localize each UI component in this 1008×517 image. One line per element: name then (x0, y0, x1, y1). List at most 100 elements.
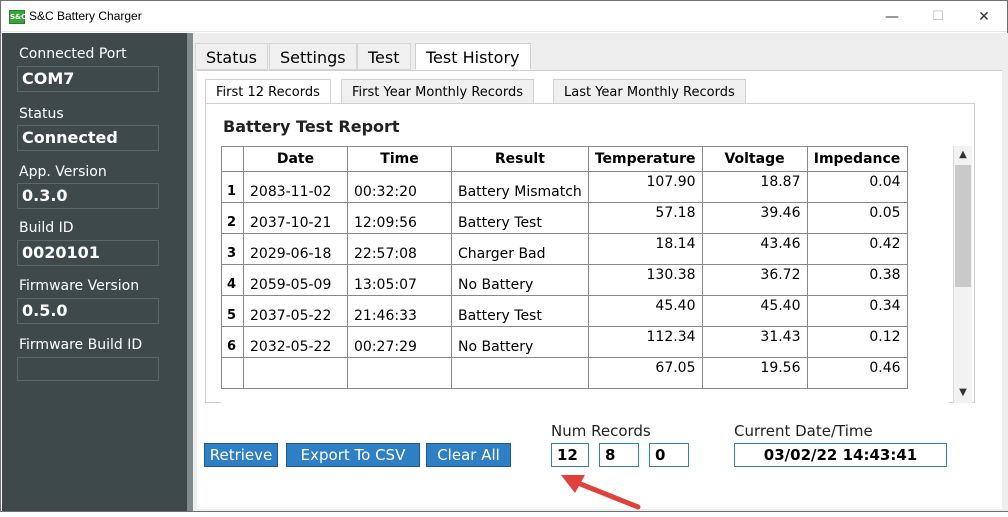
temperature-cell: 57.18 (587, 202, 703, 234)
connected-port-value: COM7 (17, 66, 159, 92)
temperature-cell: 67.05 (587, 357, 703, 389)
table-row[interactable]: 3 2029-06-18 22:57:08 Charger Bad 18.14 43.46… (221, 233, 948, 265)
status-label: Status (19, 106, 64, 122)
result-cell: Battery Mismatch (451, 171, 589, 203)
build-id-label: Build ID (19, 220, 74, 236)
sidebar: Connected Port COM7 Status Connected App… (2, 33, 187, 511)
voltage-cell: 19.56 (701, 357, 808, 389)
row-spacer (907, 327, 947, 358)
column-header-result[interactable]: Result (451, 146, 589, 172)
tab-test-history[interactable]: Test History (415, 43, 531, 70)
time-cell: 00:32:20 (347, 171, 452, 203)
result-cell: No Battery (451, 326, 589, 358)
result-cell: Battery Test (451, 202, 589, 234)
result-cell: Battery Test (451, 295, 589, 327)
current-datetime-field[interactable]: 03/02/22 14:43:41 (734, 443, 947, 467)
tab-test[interactable]: Test (357, 43, 411, 70)
row-spacer (907, 203, 947, 234)
records-table: Date Time Result Temperature Voltage Imp… (221, 146, 949, 403)
voltage-cell: 18.87 (701, 171, 808, 203)
time-cell: 21:46:33 (347, 295, 452, 327)
column-header-impedance[interactable]: Impedance (806, 146, 908, 172)
row-spacer (907, 172, 947, 203)
subtab-first-12-records[interactable]: First 12 Records (205, 79, 331, 104)
voltage-cell: 45.40 (701, 295, 808, 327)
impedance-cell: 0.42 (806, 233, 908, 265)
firmware-version-label: Firmware Version (19, 278, 140, 294)
temperature-cell: 107.90 (587, 171, 703, 203)
current-datetime-label: Current Date/Time (734, 422, 873, 440)
minimize-icon[interactable]: — (869, 1, 915, 32)
annotation-arrow-icon (561, 475, 641, 510)
impedance-cell: 0.46 (806, 357, 908, 389)
scroll-up-icon[interactable]: ▲ (954, 146, 972, 164)
date-cell: 2029-06-18 (243, 233, 348, 265)
header-spacer (907, 146, 948, 172)
tab-status[interactable]: Status (195, 43, 268, 70)
time-cell: 12:09:56 (347, 202, 452, 234)
scroll-down-icon[interactable]: ▼ (954, 384, 972, 402)
row-number: 4 (221, 264, 244, 296)
column-header-time[interactable]: Time (347, 146, 452, 172)
result-cell: Charger Bad (451, 233, 589, 265)
table-row[interactable]: 5 2037-05-22 21:46:33 Battery Test 45.40 45.4… (221, 295, 948, 327)
subtab-first-year-monthly[interactable]: First Year Monthly Records (341, 79, 535, 104)
table-row[interactable]: 2 2037-10-21 12:09:56 Battery Test 57.18 39.4… (221, 202, 948, 234)
impedance-cell: 0.05 (806, 202, 908, 234)
row-number-header (221, 146, 244, 172)
export-csv-button[interactable]: Export To CSV (286, 443, 420, 467)
row-spacer (907, 296, 947, 327)
column-header-date[interactable]: Date (243, 146, 348, 172)
firmware-build-id-value (17, 357, 159, 381)
row-number: 3 (221, 233, 244, 265)
temperature-cell: 45.40 (587, 295, 703, 327)
row-number: 1 (221, 171, 244, 203)
date-cell: 2032-05-22 (243, 326, 348, 358)
subtab-last-year-monthly[interactable]: Last Year Monthly Records (553, 79, 746, 104)
firmware-version-value: 0.5.0 (17, 298, 159, 324)
date-cell (243, 357, 348, 389)
scroll-thumb[interactable] (955, 165, 971, 287)
row-number (221, 357, 244, 389)
num-records-field-2[interactable]: 8 (599, 443, 639, 467)
table-row[interactable]: 1 2083-11-02 00:32:20 Battery Mismatch 107.9… (221, 171, 948, 203)
date-cell: 2037-05-22 (243, 295, 348, 327)
build-id-value: 0020101 (17, 240, 159, 266)
retrieve-button[interactable]: Retrieve (204, 443, 278, 467)
impedance-cell: 0.04 (806, 171, 908, 203)
temperature-cell: 130.38 (587, 264, 703, 296)
date-cell: 2059-05-09 (243, 264, 348, 296)
row-spacer (907, 234, 947, 265)
column-header-voltage[interactable]: Voltage (701, 146, 808, 172)
tab-settings[interactable]: Settings (269, 43, 357, 70)
time-cell: 00:27:29 (347, 326, 452, 358)
report-title: Battery Test Report (223, 117, 400, 136)
num-records-field-1[interactable]: 12 (551, 443, 589, 467)
app-version-value: 0.3.0 (17, 183, 159, 209)
num-records-field-3[interactable]: 0 (649, 443, 689, 467)
table-row[interactable]: 6 2032-05-22 00:27:29 No Battery 112.34 31.43… (221, 326, 948, 358)
num-records-label: Num Records (551, 422, 651, 440)
firmware-build-id-label: Firmware Build ID (19, 337, 143, 353)
table-header-row: Date Time Result Temperature Voltage Imp… (221, 146, 948, 172)
table-row[interactable]: 4 2059-05-09 13:05:07 No Battery 130.38 36.72… (221, 264, 948, 296)
temperature-cell: 18.14 (587, 233, 703, 265)
close-icon[interactable]: ✕ (961, 1, 1007, 32)
voltage-cell: 43.46 (701, 233, 808, 265)
table-scrollbar[interactable]: ▲ ▼ (953, 146, 972, 403)
voltage-cell: 36.72 (701, 264, 808, 296)
title-bar: S&C S&C Battery Charger — ☐ ✕ (1, 1, 1007, 32)
voltage-cell: 31.43 (701, 326, 808, 358)
row-number: 5 (221, 295, 244, 327)
row-number: 6 (221, 326, 244, 358)
clear-all-button[interactable]: Clear All (426, 443, 511, 467)
maximize-icon[interactable]: ☐ (915, 1, 961, 32)
date-cell: 2083-11-02 (243, 171, 348, 203)
date-cell: 2037-10-21 (243, 202, 348, 234)
main-content: Status Settings Test Test History First … (193, 33, 1008, 511)
table-row[interactable]: 67.05 19.56 0.46 (221, 357, 948, 389)
column-header-temperature[interactable]: Temperature (587, 146, 703, 172)
table-body: 1 2083-11-02 00:32:20 Battery Mismatch 107.9… (221, 171, 948, 389)
app-window: S&C S&C Battery Charger — ☐ ✕ Connected … (0, 0, 1008, 512)
row-spacer (907, 265, 947, 296)
